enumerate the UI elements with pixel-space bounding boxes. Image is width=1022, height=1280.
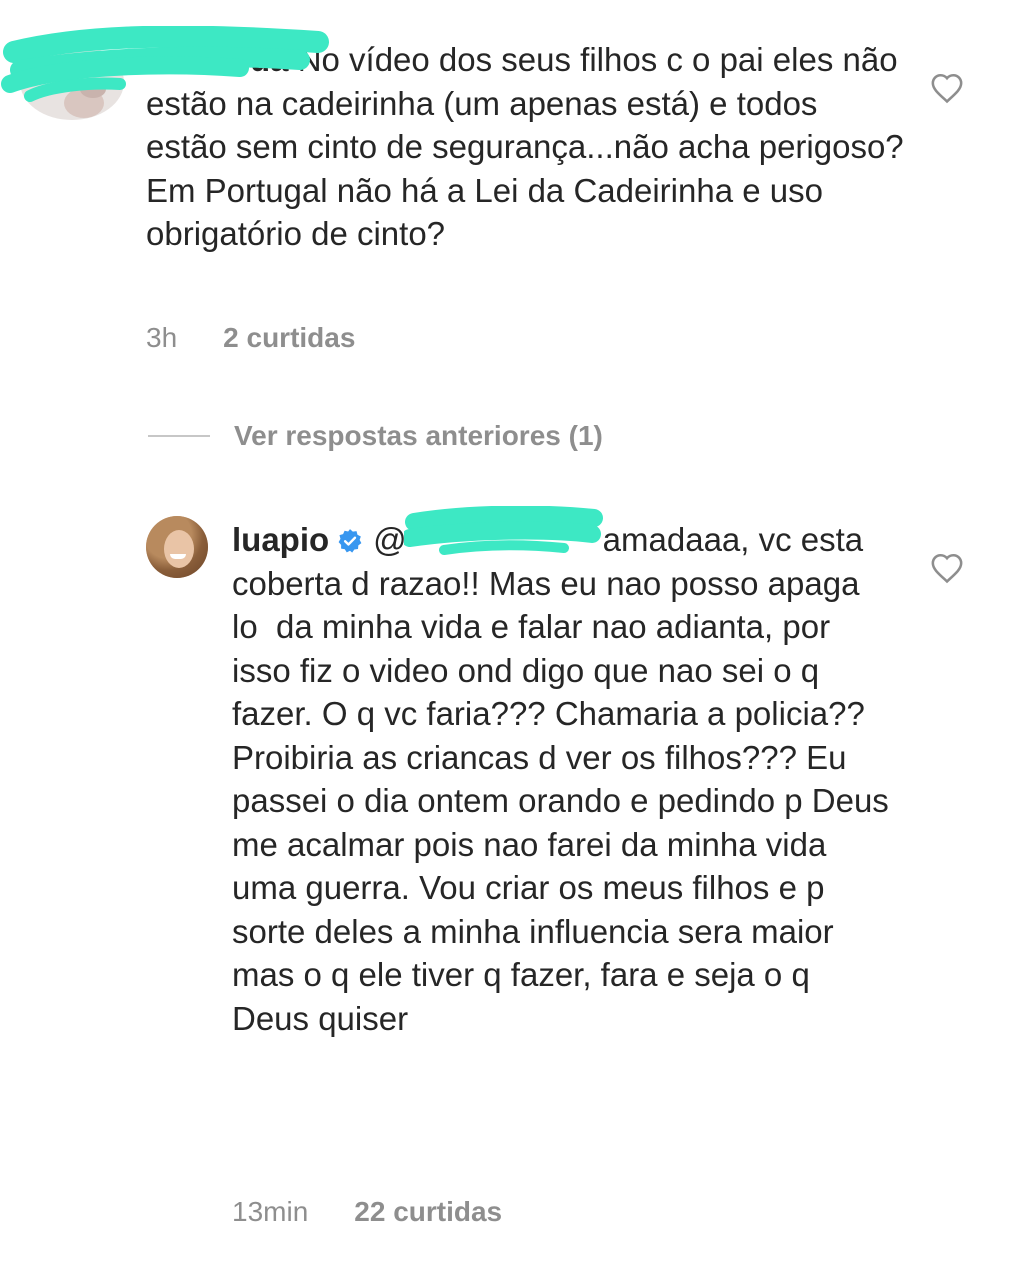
comment-text-1: ua No vídeo dos seus filhos c o pai eles… bbox=[146, 38, 906, 256]
likes-count[interactable]: 22 curtidas bbox=[354, 1196, 502, 1227]
comments-screen: ua No vídeo dos seus filhos c o pai eles… bbox=[0, 0, 1022, 1280]
reply-username[interactable]: luapio bbox=[232, 521, 329, 558]
divider-line bbox=[148, 435, 210, 437]
commenter-username[interactable]: ua bbox=[250, 41, 289, 78]
view-replies-button[interactable]: Ver respostas anteriores (1) bbox=[148, 420, 603, 452]
heart-icon[interactable] bbox=[930, 552, 964, 584]
comment-meta-2: 13min 22 curtidas bbox=[232, 1196, 502, 1228]
comment-body-2: amadaaa, vc esta coberta d razao!! Mas e… bbox=[232, 521, 898, 1037]
mention-link[interactable]: @ bbox=[373, 521, 407, 558]
comment-time: 3h bbox=[146, 322, 178, 353]
comment-time: 13min bbox=[232, 1196, 309, 1227]
heart-icon[interactable] bbox=[930, 72, 964, 104]
likes-count[interactable]: 2 curtidas bbox=[223, 322, 355, 353]
view-replies-label: Ver respostas anteriores (1) bbox=[234, 420, 603, 451]
verified-badge-icon bbox=[338, 529, 362, 553]
commenter-avatar[interactable] bbox=[20, 44, 124, 120]
comment-meta-1: 3h 2 curtidas bbox=[146, 322, 355, 354]
reply-avatar[interactable] bbox=[146, 516, 208, 578]
comment-text-2: luapio @ amadaaa, vc esta coberta d razao!… bbox=[232, 518, 892, 1040]
